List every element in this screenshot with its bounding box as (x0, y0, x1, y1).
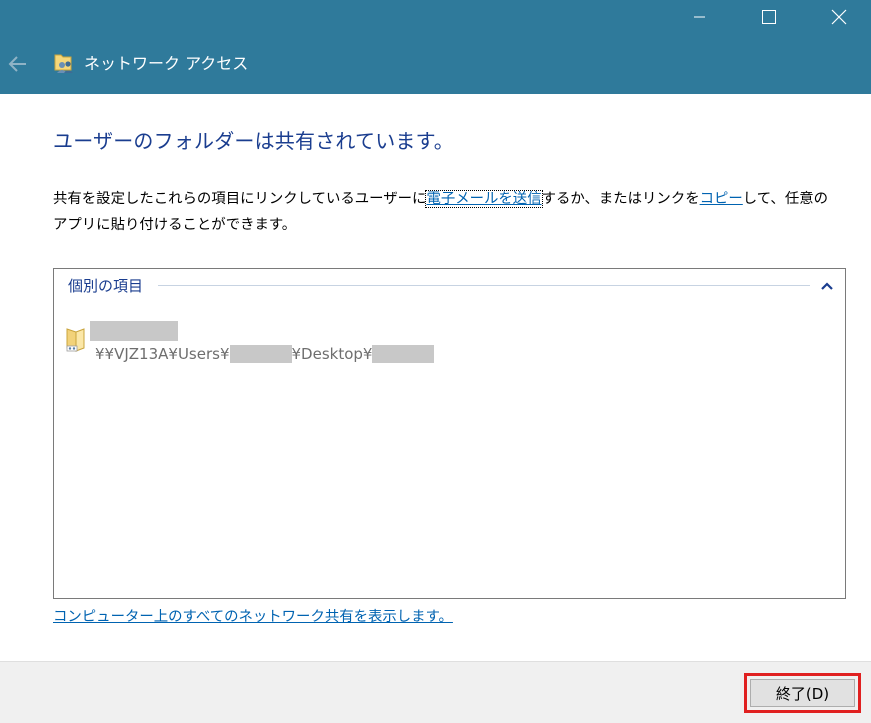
minimize-button[interactable] (677, 0, 723, 34)
redacted-username (229, 345, 292, 363)
description-part3: して、任意の (742, 191, 828, 207)
group-divider (158, 285, 810, 286)
shared-folder-item[interactable]: ¥¥VJZ13A¥Users¥ ¥Desktop¥ (62, 319, 462, 369)
maximize-icon (762, 10, 776, 24)
close-button[interactable] (816, 0, 862, 34)
description-part2: するか、またはリンクを (541, 191, 700, 207)
description-part4: アプリに貼り付けることができます。 (53, 217, 297, 233)
shared-items-list[interactable]: 個別の項目 ¥¥VJZ13A¥Users¥ ¥Desktop¥ (53, 268, 846, 599)
page-heading: ユーザーのフォルダーは共有されています。 (53, 129, 454, 153)
redacted-folder-name (90, 321, 178, 341)
collapse-group-button[interactable] (818, 277, 836, 295)
title-bar: ネットワーク アクセス (0, 0, 871, 94)
back-button[interactable] (6, 53, 30, 75)
footer-bar (0, 661, 871, 723)
folder-network-path: ¥¥VJZ13A¥Users¥ ¥Desktop¥ (95, 344, 435, 364)
path-middle: ¥Desktop¥ (291, 345, 373, 363)
minimize-icon (694, 16, 705, 18)
close-icon (831, 9, 847, 25)
view-all-network-shares-link[interactable]: コンピューター上のすべてのネットワーク共有を表示します。 (53, 606, 453, 628)
path-prefix: ¥¥VJZ13A¥Users¥ (95, 345, 230, 363)
redacted-folder (372, 345, 435, 363)
folder-icon (64, 325, 88, 353)
back-arrow-icon (8, 56, 26, 72)
send-email-link[interactable]: 電子メールを送信 (425, 190, 543, 208)
window-title: ネットワーク アクセス (84, 54, 249, 73)
finish-button[interactable]: 終了(D) (750, 679, 855, 707)
chevron-up-icon (821, 282, 833, 290)
maximize-button[interactable] (746, 0, 792, 34)
group-header-label: 個別の項目 (68, 275, 150, 297)
description-part1: 共有を設定したこれらの項目にリンクしているユーザーに (53, 191, 427, 207)
network-sharing-icon (53, 52, 75, 74)
description-text: 共有を設定したこれらの項目にリンクしているユーザーに電子メールを送信するか、また… (53, 186, 853, 238)
copy-link[interactable]: コピー (700, 191, 743, 207)
